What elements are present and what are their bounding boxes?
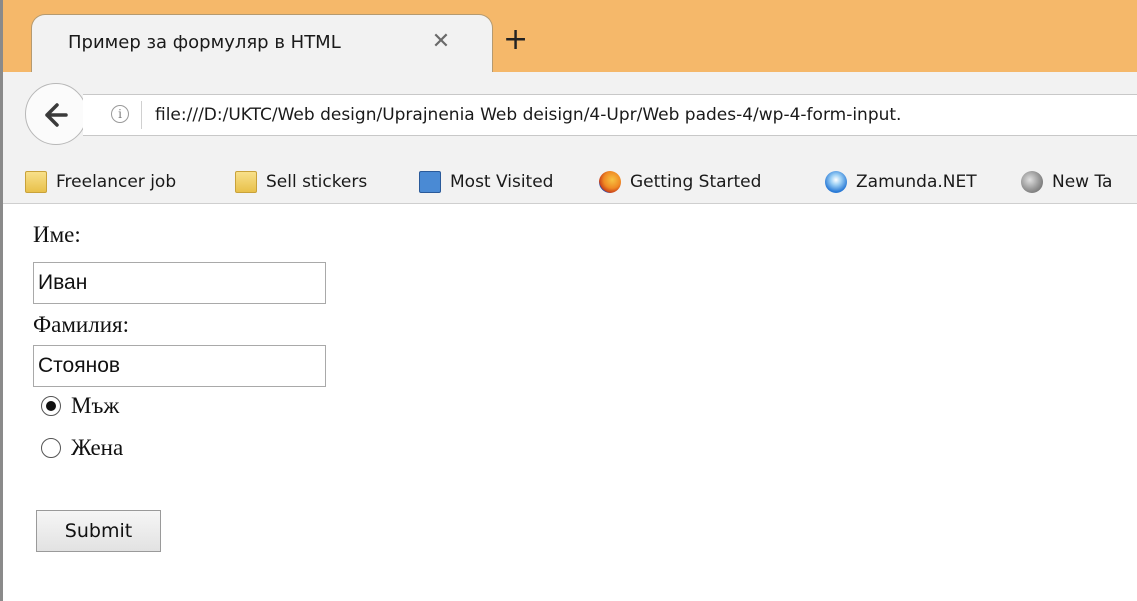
last-name-input[interactable]: [33, 345, 326, 387]
bookmark-sell-stickers[interactable]: Sell stickers: [235, 170, 367, 194]
tab-strip: Пример за формуляр в HTML ✕ +: [3, 0, 1137, 72]
bookmark-most-visited[interactable]: Most Visited: [419, 170, 553, 194]
male-radio-label: Мъж: [71, 393, 120, 418]
first-name-label: Име:: [33, 222, 81, 247]
back-button[interactable]: [25, 83, 87, 145]
male-radio[interactable]: [41, 396, 61, 416]
last-name-label: Фамилия:: [33, 312, 129, 337]
navigation-bar: i file:///D:/UKTC/Web design/Uprajnenia …: [3, 72, 1137, 158]
folder-icon: [25, 171, 47, 193]
tab-active[interactable]: Пример за формуляр в HTML ✕: [31, 14, 493, 72]
url-separator: [141, 101, 142, 129]
close-icon[interactable]: ✕: [430, 31, 452, 53]
back-arrow-icon: [45, 103, 68, 127]
bookmark-label: Most Visited: [450, 172, 554, 192]
zamunda-icon: [825, 171, 847, 193]
bookmark-label: Getting Started: [630, 172, 762, 192]
gender-option-male[interactable]: Мъж: [41, 392, 119, 420]
bookmark-label: Freelancer job: [56, 172, 177, 192]
gender-option-female[interactable]: Жена: [41, 434, 123, 462]
bookmarks-bar: Freelancer job Sell stickers Most Visite…: [3, 158, 1137, 204]
url-bar[interactable]: i file:///D:/UKTC/Web design/Uprajnenia …: [83, 94, 1137, 136]
firefox-icon: [599, 171, 621, 193]
female-radio-label: Жена: [71, 435, 124, 460]
plus-icon[interactable]: +: [503, 25, 528, 55]
tab-title: Пример за формуляр в HTML: [68, 32, 341, 53]
bookmark-zamunda[interactable]: Zamunda.NET: [825, 170, 977, 194]
female-radio[interactable]: [41, 438, 61, 458]
info-icon[interactable]: i: [111, 105, 129, 123]
bookmark-new-tab[interactable]: New Ta: [1021, 170, 1112, 194]
page-content: Име: Фамилия: Мъж Жена Submit: [3, 204, 1137, 601]
folder-icon: [235, 171, 257, 193]
first-name-input[interactable]: [33, 262, 326, 304]
bookmark-getting-started[interactable]: Getting Started: [599, 170, 761, 194]
browser-window: Пример за формуляр в HTML ✕ + i file:///…: [0, 0, 1137, 601]
submit-button[interactable]: Submit: [36, 510, 161, 552]
most-visited-icon: [419, 171, 441, 193]
bookmark-label: Sell stickers: [266, 172, 368, 192]
bookmark-label: Zamunda.NET: [856, 172, 977, 192]
bookmark-freelancer-job[interactable]: Freelancer job: [25, 170, 176, 194]
url-text: file:///D:/UKTC/Web design/Uprajnenia We…: [155, 105, 902, 125]
globe-icon: [1021, 171, 1043, 193]
bookmark-label: New Ta: [1052, 172, 1113, 192]
